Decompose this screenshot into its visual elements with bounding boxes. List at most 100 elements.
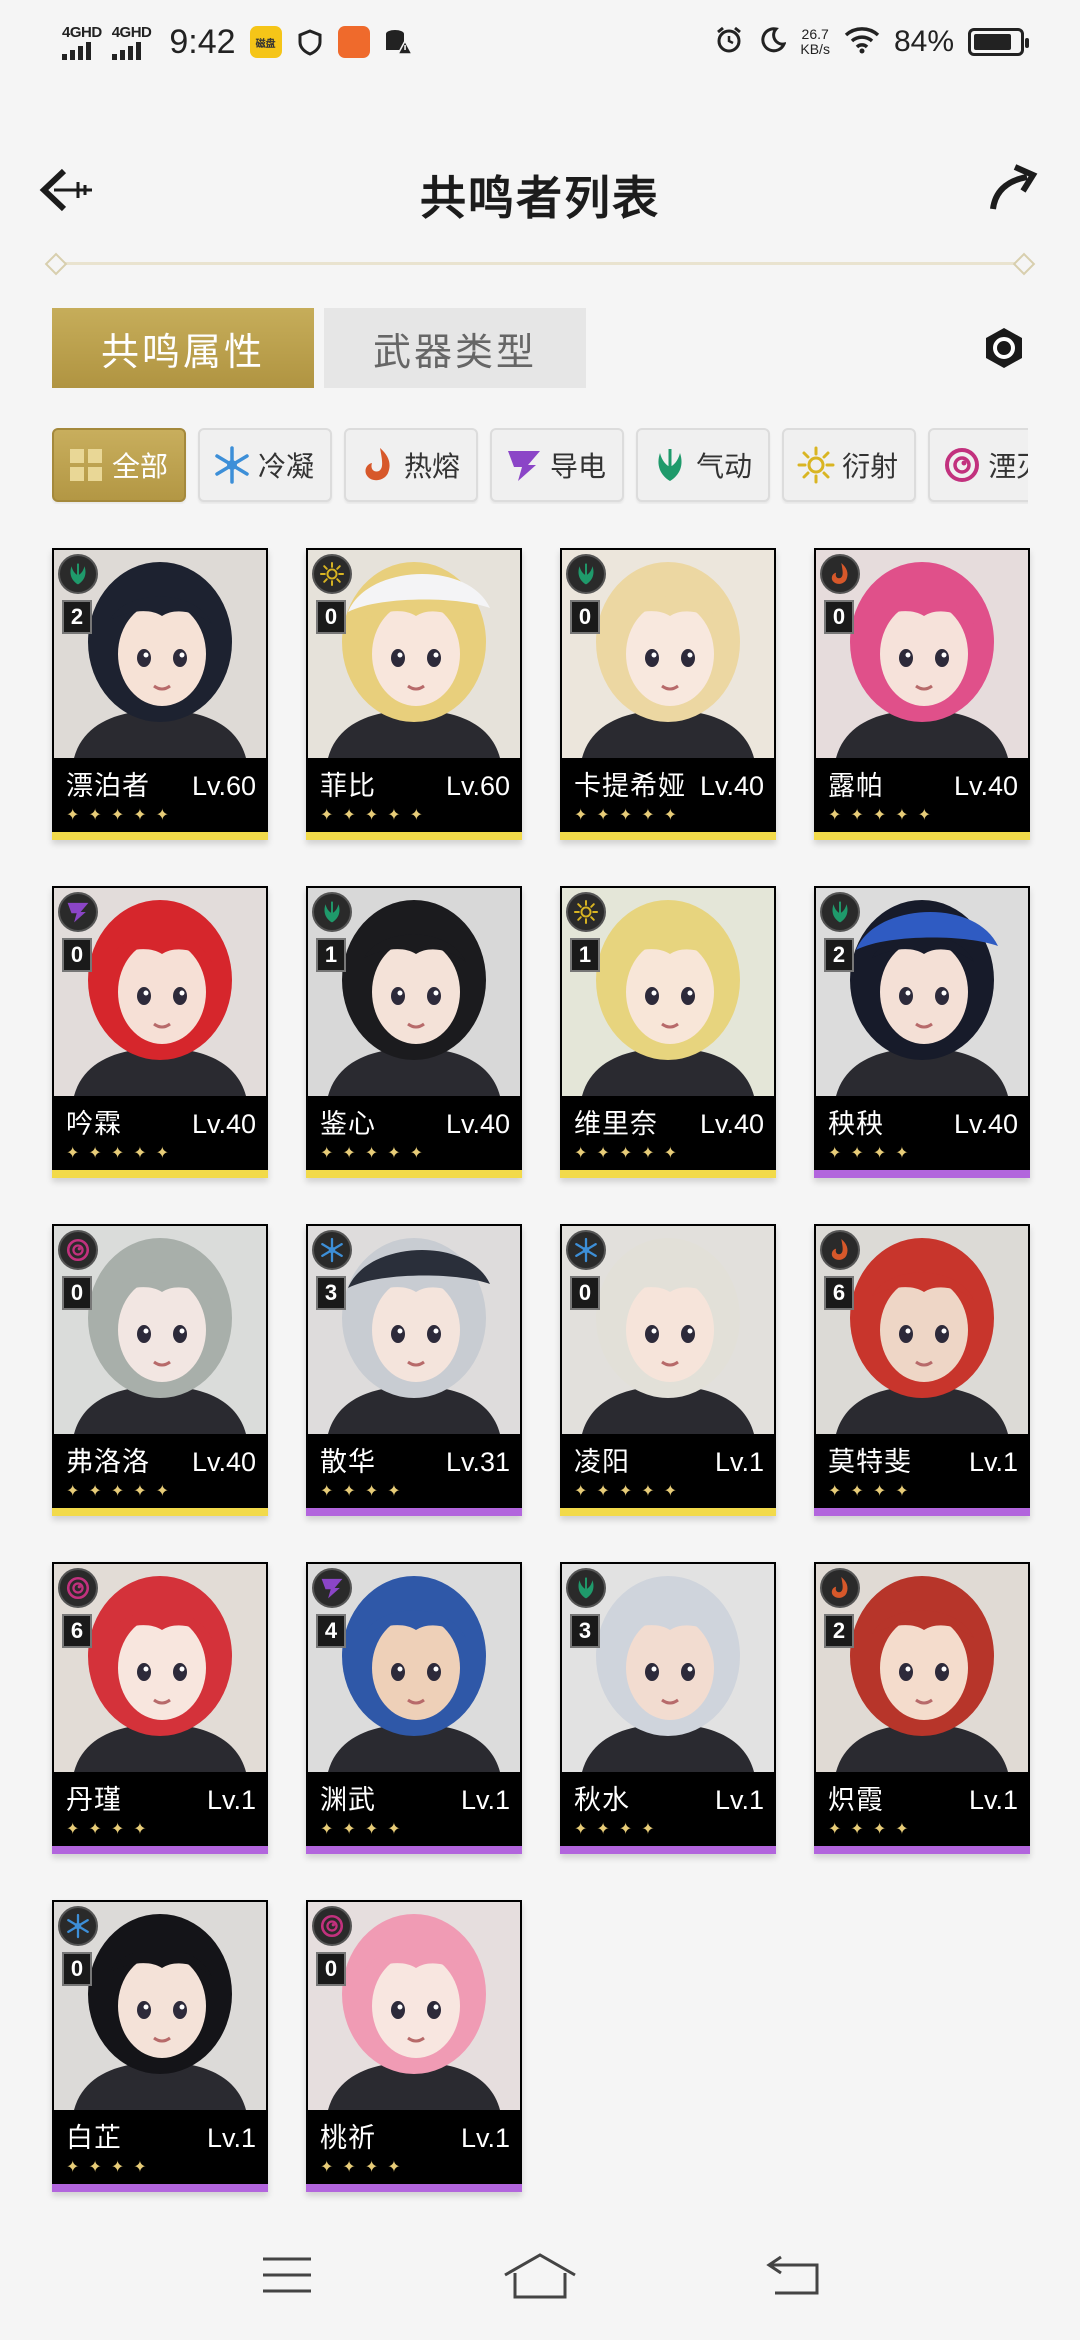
wifi-icon <box>844 26 880 59</box>
filter-chip-aero[interactable]: 气动 <box>636 428 771 502</box>
star-rating: ✦✦✦✦✦ <box>574 1483 687 1500</box>
filter-settings-button[interactable] <box>982 326 1026 370</box>
battery-fill <box>974 34 1011 50</box>
sequence-rank-badge: 3 <box>316 1276 346 1310</box>
character-card[interactable]: 2 秧秧 Lv.40 ✦✦✦✦ <box>814 886 1030 1178</box>
page-header: 共鸣者列表 <box>0 140 1080 240</box>
star-rating: ✦✦✦✦ <box>320 1821 410 1838</box>
character-info: 鉴心 Lv.40 ✦✦✦✦✦ <box>306 1096 522 1170</box>
character-info: 秧秧 Lv.40 ✦✦✦✦ <box>814 1096 1030 1170</box>
electro-icon <box>504 445 544 485</box>
star-rating: ✦✦✦✦✦ <box>320 1145 433 1162</box>
spectro-icon <box>796 445 836 485</box>
rarity-bar <box>814 1846 1030 1854</box>
character-card[interactable]: 2 漂泊者 Lv.60 ✦✦✦✦✦ <box>52 548 268 840</box>
character-level: Lv.31 <box>445 1447 510 1477</box>
character-card[interactable]: 0 卡提希娅 Lv.40 ✦✦✦✦✦ <box>560 548 776 840</box>
character-level: Lv.1 <box>460 2123 510 2153</box>
storage-warning-icon <box>382 26 414 58</box>
star-rating: ✦✦✦✦ <box>828 1821 918 1838</box>
sequence-rank-badge: 6 <box>824 1276 854 1310</box>
character-info: 维里奈 Lv.40 ✦✦✦✦✦ <box>560 1096 776 1170</box>
share-arrow-icon <box>990 164 1038 210</box>
character-info: 散华 Lv.31 ✦✦✦✦ <box>306 1434 522 1508</box>
character-card[interactable]: 3 散华 Lv.31 ✦✦✦✦ <box>306 1224 522 1516</box>
character-card[interactable]: 0 白芷 Lv.1 ✦✦✦✦ <box>52 1900 268 2192</box>
character-card[interactable]: 0 桃祈 Lv.1 ✦✦✦✦ <box>306 1900 522 2192</box>
havoc-icon <box>942 445 982 485</box>
nav-back-button[interactable] <box>753 2240 833 2310</box>
rarity-bar <box>560 832 776 840</box>
signal-bars-icon <box>62 41 91 60</box>
filter-chip-havoc[interactable]: 湮灭 <box>928 428 1028 502</box>
character-card[interactable]: 6 丹瑾 Lv.1 ✦✦✦✦ <box>52 1562 268 1854</box>
star-rating: ✦✦✦✦✦ <box>828 807 941 824</box>
character-grid: 2 漂泊者 Lv.60 ✦✦✦✦✦ 0 菲比 Lv.60 ✦✦✦✦✦ 0 卡提希娅 Lv.40 ✦✦✦… <box>52 548 1030 2192</box>
share-button[interactable] <box>982 158 1044 220</box>
header-divider <box>52 262 1028 265</box>
character-name: 弗洛洛 <box>66 1447 150 1477</box>
filter-chip-spectro[interactable]: 衍射 <box>782 428 917 502</box>
character-card[interactable]: 4 渊武 Lv.1 ✦✦✦✦ <box>306 1562 522 1854</box>
star-rating: ✦✦✦✦ <box>828 1145 918 1162</box>
filter-chip-glacio[interactable]: 冷凝 <box>198 428 333 502</box>
havoc-icon <box>58 1568 98 1608</box>
system-nav-bar <box>0 2210 1080 2340</box>
havoc-icon <box>312 1906 352 1946</box>
rarity-bar <box>306 1846 522 1854</box>
character-card[interactable]: 1 鉴心 Lv.40 ✦✦✦✦✦ <box>306 886 522 1178</box>
sequence-rank-badge: 1 <box>570 938 600 972</box>
filter-chip-fusion[interactable]: 热熔 <box>344 428 479 502</box>
fusion-icon <box>358 445 398 485</box>
filter-chip-grid[interactable]: 全部 <box>52 428 187 502</box>
character-name: 白芷 <box>66 2123 122 2153</box>
tab-resonance-attribute[interactable]: 共鸣属性 <box>52 308 314 388</box>
element-filter-bar: 全部 冷凝 热熔 导电 气动 衍射 湮灭 <box>52 428 1028 504</box>
tab-weapon-type[interactable]: 武器类型 <box>324 308 586 388</box>
filter-chip-label: 湮灭 <box>988 451 1028 482</box>
rarity-bar <box>306 1508 522 1516</box>
orange-app-icon <box>337 26 370 58</box>
rarity-bar <box>306 1170 522 1178</box>
character-info: 秋水 Lv.1 ✦✦✦✦ <box>560 1772 776 1846</box>
nav-home-button[interactable] <box>500 2240 580 2310</box>
character-info: 漂泊者 Lv.60 ✦✦✦✦✦ <box>52 758 268 832</box>
sim2-label: 4GHD <box>111 23 152 41</box>
havoc-icon <box>58 1230 98 1270</box>
glacio-icon <box>58 1906 98 1946</box>
star-rating: ✦✦✦✦✦ <box>574 807 687 824</box>
character-card[interactable]: 0 吟霖 Lv.40 ✦✦✦✦✦ <box>52 886 268 1178</box>
rarity-bar <box>52 2184 268 2192</box>
character-info: 吟霖 Lv.40 ✦✦✦✦✦ <box>52 1096 268 1170</box>
character-card[interactable]: 0 露帕 Lv.40 ✦✦✦✦✦ <box>814 548 1030 840</box>
filter-chip-label: 衍射 <box>842 451 899 482</box>
character-card[interactable]: 1 维里奈 Lv.40 ✦✦✦✦✦ <box>560 886 776 1178</box>
grid-icon <box>66 445 106 485</box>
rarity-bar <box>560 1170 776 1178</box>
character-card[interactable]: 0 弗洛洛 Lv.40 ✦✦✦✦✦ <box>52 1224 268 1516</box>
menu-icon <box>262 2257 311 2293</box>
character-card[interactable]: 0 凌阳 Lv.1 ✦✦✦✦✦ <box>560 1224 776 1516</box>
filter-chip-label: 热熔 <box>404 451 461 482</box>
character-name: 莫特斐 <box>828 1447 912 1477</box>
character-level: Lv.40 <box>953 771 1018 801</box>
character-card[interactable]: 0 菲比 Lv.60 ✦✦✦✦✦ <box>306 548 522 840</box>
character-level: Lv.1 <box>460 1785 510 1815</box>
character-name: 吟霖 <box>66 1109 122 1139</box>
speed-unit: KB/s <box>800 41 830 57</box>
star-rating: ✦✦✦✦ <box>320 1483 410 1500</box>
rarity-bar <box>52 832 268 840</box>
character-card[interactable]: 6 莫特斐 Lv.1 ✦✦✦✦ <box>814 1224 1030 1516</box>
character-info: 露帕 Lv.40 ✦✦✦✦✦ <box>814 758 1030 832</box>
fusion-icon <box>820 554 860 594</box>
character-info: 莫特斐 Lv.1 ✦✦✦✦ <box>814 1434 1030 1508</box>
character-info: 桃祈 Lv.1 ✦✦✦✦ <box>306 2110 522 2184</box>
character-card[interactable]: 2 炽霞 Lv.1 ✦✦✦✦ <box>814 1562 1030 1854</box>
character-name: 漂泊者 <box>66 771 150 801</box>
nav-menu-button[interactable] <box>247 2240 327 2310</box>
character-card[interactable]: 3 秋水 Lv.1 ✦✦✦✦ <box>560 1562 776 1854</box>
sequence-rank-badge: 2 <box>62 600 92 634</box>
filter-chip-electro[interactable]: 导电 <box>490 428 625 502</box>
character-level: Lv.40 <box>699 771 764 801</box>
rarity-bar <box>52 1170 268 1178</box>
